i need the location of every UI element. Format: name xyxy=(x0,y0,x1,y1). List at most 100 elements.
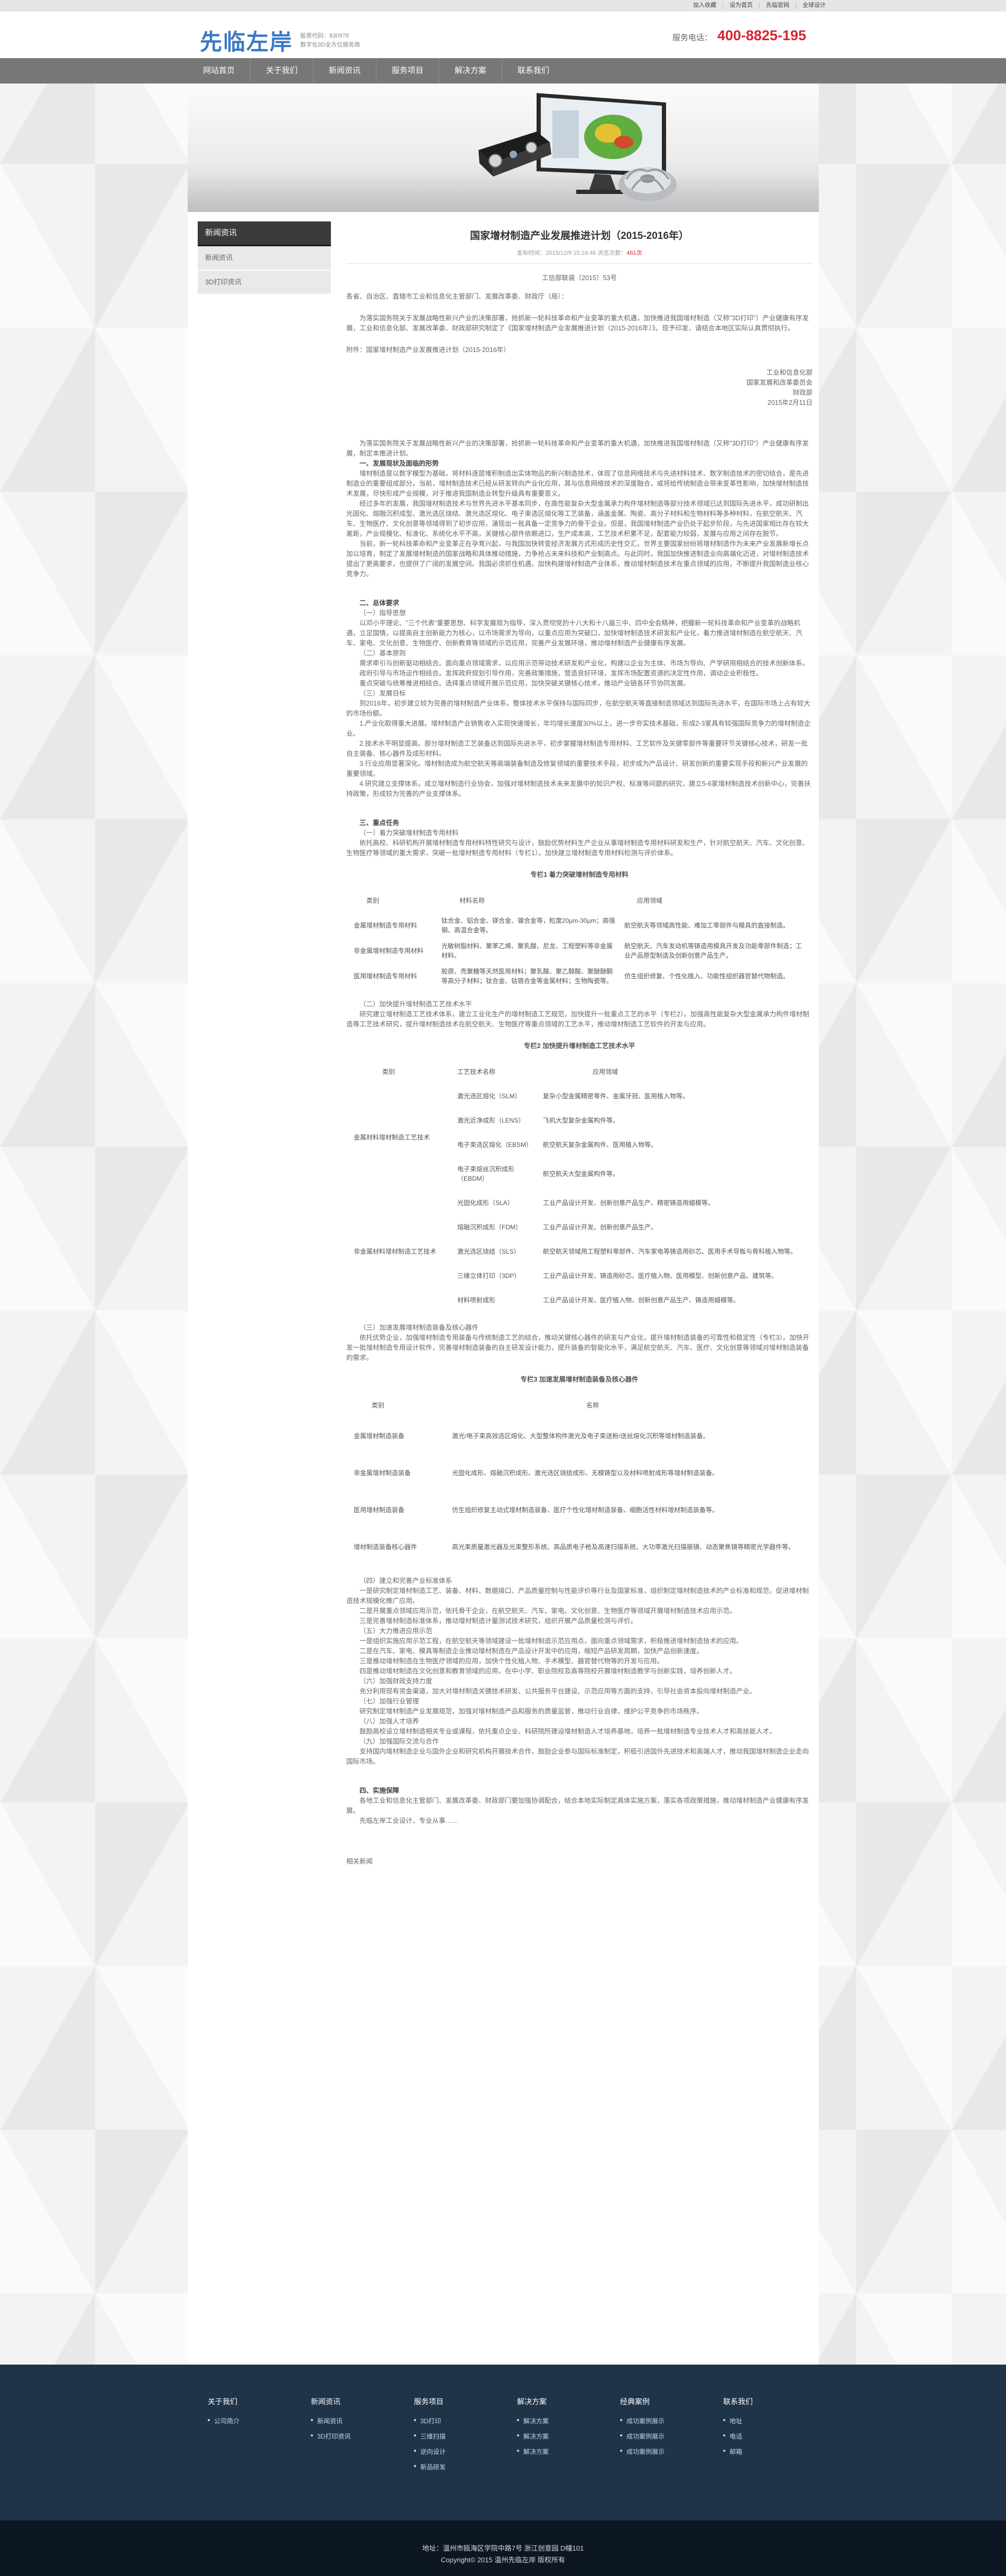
article-title: 国家增材制造产业发展推进计划（2015-2016年） xyxy=(470,230,689,242)
table-cell: 工业产品设计开发、创新创意产品生产、精密铸造用蜡模等。 xyxy=(543,1199,715,1207)
site-logo[interactable]: 先临左岸 股票代码：830978 数字化3D全方位服务商 xyxy=(200,24,360,57)
section-heading: 一、发展现状及面临的形势 xyxy=(359,460,439,467)
signature-date: 2015年2月11日 xyxy=(767,399,813,406)
table-cell: 高光束质量激光器及光束整形系统、高品质电子枪及高速扫描系统、大功率激光扫描振镜、… xyxy=(452,1543,795,1551)
table-cell: 航空航天等领域高性能、难加工零部件与模具的直接制造。 xyxy=(624,922,790,929)
add-favorite-link[interactable]: 加入收藏 xyxy=(687,2,723,9)
footer-link[interactable]: 3D打印资讯 xyxy=(311,2432,414,2441)
table-row: 金属增材制造装备 激光/电子束高效选区熔化、大型整体构件激光及电子束送粉/送丝熔… xyxy=(350,1417,805,1454)
global-design-link[interactable]: 全球设计 xyxy=(796,2,832,9)
footer-col-heading[interactable]: 解决方案 xyxy=(517,2396,620,2407)
body-paragraph: 为落实国务院关于发展战略性新兴产业的决策部署，抢抓新一轮科技革命和产业变革的重大… xyxy=(346,440,809,457)
sidebar-item-3d-print-news[interactable]: 3D打印资讯 xyxy=(198,271,331,295)
footer-link[interactable]: 3D打印 xyxy=(414,2416,517,2425)
nav-about[interactable]: 关于我们 xyxy=(251,58,313,84)
official-site-link[interactable]: 先临官网 xyxy=(759,2,796,9)
doc-number: 工信部联装〔2015〕53号 xyxy=(542,274,617,282)
copyright-text: Copyright© 2015 温州先临左岸 版权所有 xyxy=(441,2556,565,2564)
footer-col-heading[interactable]: 服务项目 xyxy=(414,2396,517,2407)
set-homepage-link[interactable]: 设为首页 xyxy=(723,2,759,9)
footer-link[interactable]: 逆向设计 xyxy=(414,2447,517,2456)
body-paragraph: 当前，新一轮科技革命和产业变革正在孕育兴起，与我国加快转变经济发展方式形成历史性… xyxy=(346,540,809,578)
section-3c: （三）加速发展增材制造装备及核心器件 依托优势企业，加强增材制造专用装备与传统制… xyxy=(346,1323,813,1363)
footer-link[interactable]: 成功案例展示 xyxy=(620,2447,723,2456)
table1-caption: 专栏1 着力突破增材制造专用材料 xyxy=(530,871,629,878)
article-views: 461次 xyxy=(626,250,642,256)
section-3b: （二）加快提升增材制造工艺技术水平 研究建立增材制造工艺技术体系，建立工业化生产… xyxy=(346,999,813,1030)
footer-link[interactable]: 成功案例展示 xyxy=(620,2432,723,2441)
nav-services[interactable]: 服务项目 xyxy=(376,58,439,84)
body-paragraph: 研究制定增材制造产业发展规范，加强对增材制造产品和服务的质量监管，推动行业自律，… xyxy=(359,1708,704,1715)
nav-contact[interactable]: 联系我们 xyxy=(502,58,565,84)
footer-link[interactable]: 地址 xyxy=(723,2416,826,2425)
table3: 类别 名称 金属增材制造装备 激光/电子束高效选区熔化、大型整体构件激光及电子束… xyxy=(350,1393,805,1565)
table-header-cell: 类别 xyxy=(372,1402,385,1409)
body-paragraph: 支持国内增材制造企业与国外企业和研究机构开展技术合作，鼓励企业参与国际标准制定，… xyxy=(346,1748,809,1765)
footer-link[interactable]: 新品研发 xyxy=(414,2462,517,2471)
article-date: 发布时间：2015/12/9 15:16:46 浏览次数： xyxy=(516,250,627,256)
footer-col-heading[interactable]: 联系我们 xyxy=(723,2396,826,2407)
table-row: 增材制造装备核心器件 高光束质量激光器及光束整形系统、高品质电子枪及高速扫描系统… xyxy=(350,1528,805,1565)
section-2: 二、总体要求 （一）指导思想 以邓小平理论、"三个代表"重要思想、科学发展观为指… xyxy=(346,598,813,799)
footer-col-heading[interactable]: 经典案例 xyxy=(620,2396,723,2407)
nav-home[interactable]: 网站首页 xyxy=(188,58,251,84)
table-cell: 增材制造装备核心器件 xyxy=(354,1543,418,1551)
table-cell: 仿生组织修复主动式增材制造装备、医疗个性化增材制造装备、细胞活性材料增材制造装备… xyxy=(452,1506,719,1514)
footer-link[interactable]: 解决方案 xyxy=(517,2416,620,2425)
section-3d: （四）建立和完善产业标准体系 一是研究制定增材制造工艺、装备、材料、数据接口、产… xyxy=(346,1576,813,1767)
sidebar-item-news[interactable]: 新闻资讯 xyxy=(198,246,331,271)
body-paragraph: 四是推动增材制造在文化创意和教育领域的应用，在中小学、职业院校及高等院校开展增材… xyxy=(359,1667,736,1675)
table-row: 医用增材制造装备 仿生组织修复主动式增材制造装备、医疗个性化增材制造装备、细胞活… xyxy=(350,1491,805,1528)
table-row: 金属增材制造专用材料 钛合金、铝合金、镁合金、镍合金等，粒度20μm-30μm；… xyxy=(350,913,805,938)
footer-col-heading[interactable]: 新闻资讯 xyxy=(311,2396,414,2407)
body-paragraph: 三是推动增材制造在生物医疗领域的应用，加快个性化植入物、手术模型、器官替代物等的… xyxy=(359,1657,664,1665)
nav-news[interactable]: 新闻资讯 xyxy=(313,58,376,84)
turbine-part-image xyxy=(619,168,677,201)
scanner-and-monitor-illustration xyxy=(478,93,677,201)
footer-col-heading[interactable]: 关于我们 xyxy=(208,2396,311,2407)
section-3: 三、重点任务 （一）着力突破增材制造专用材料 依托高校、科研机构开展增材制造专用… xyxy=(346,818,813,858)
section-heading: 三、重点任务 xyxy=(359,819,400,827)
body-paragraph: 各地工业和信息化主管部门、发展改革委、财政部门要加强协调配合，结合本地实际制定具… xyxy=(346,1797,809,1814)
table-cell: 电子束选区熔化（EBSM） xyxy=(457,1141,533,1148)
footer-link[interactable]: 解决方案 xyxy=(517,2432,620,2441)
related-news-label[interactable]: 相关新闻 xyxy=(346,1857,813,1867)
footer-link[interactable]: 公司简介 xyxy=(208,2416,311,2425)
sub-heading: （六）加强财政支持力度 xyxy=(359,1678,432,1685)
sub-heading: （一）指导思想 xyxy=(359,609,406,617)
footer-link[interactable]: 新闻资讯 xyxy=(311,2416,414,2425)
table-cell: 金属增材制造装备 xyxy=(354,1432,405,1440)
table-header-cell: 材料名称 xyxy=(459,897,485,904)
table-group-cell: 非金属材料增材制造工艺技术 xyxy=(354,1248,437,1255)
nav-solutions[interactable]: 解决方案 xyxy=(439,58,502,84)
sub-heading: （二）加快提升增材制造工艺技术水平 xyxy=(359,1000,472,1008)
table-cell: 激光选区烧结（SLS） xyxy=(457,1248,520,1255)
footer-col-news: 新闻资讯 新闻资讯 3D打印资讯 xyxy=(311,2396,414,2478)
body-paragraph: 需求牵引与创新驱动相结合。面向重点领域需求，以应用示范带动技术研发和产业化，构建… xyxy=(359,660,809,667)
table-group-cell: 金属材料增材制造工艺技术 xyxy=(354,1134,430,1141)
top-utility-bar: 加入收藏 设为首页 先临官网 全球设计 xyxy=(0,0,1006,12)
table-cell: 仿生组织修复、个性化植入、功能性组织器官替代物制造。 xyxy=(624,972,790,980)
footer-link[interactable]: 邮箱 xyxy=(723,2447,826,2456)
table-cell: 航空航天领域用工程塑料零部件、汽车家电等铸造用砂芯、医用手术导板与骨科植入物等。 xyxy=(543,1248,797,1255)
sub-heading: （三）发展目标 xyxy=(359,690,406,697)
hotline-label: 服务电话： xyxy=(672,33,712,42)
stock-code: 股票代码：830978 xyxy=(300,32,349,39)
footer-link[interactable]: 三维扫描 xyxy=(414,2432,517,2441)
sidebar-title: 新闻资讯 xyxy=(198,221,331,246)
table3-caption: 专栏3 加速发展增材制造装备及核心器件 xyxy=(520,1376,639,1383)
logo-subtitle: 股票代码：830978 数字化3D全方位服务商 xyxy=(300,32,360,50)
section-4: 四、实施保障 各地工业和信息化主管部门、发展改革委、财政部门要加强协调配合，结合… xyxy=(346,1786,813,1826)
table-cell: 光固化成形、熔融沉积成形、激光选区烧结成形、无模铸型以及材料喷射成形等增材制造装… xyxy=(452,1469,719,1477)
table-cell: 光固化成形（SLA） xyxy=(457,1199,514,1207)
article-meta: 发布时间：2015/12/9 15:16:46 浏览次数：461次 xyxy=(346,248,813,264)
signature-ndrc: 国家发展和改革委员会 xyxy=(746,379,813,386)
table-cell: 激光选区熔化（SLM） xyxy=(457,1092,521,1100)
table-header-row: 类别 名称 xyxy=(350,1393,805,1417)
footer-link[interactable]: 电话 xyxy=(723,2432,826,2441)
body-paragraph: 2.技术水平明显提高。部分增材制造工艺装备达到国际先进水平，初步掌握增材制造专用… xyxy=(346,740,808,757)
footer-link[interactable]: 解决方案 xyxy=(517,2447,620,2456)
article-body: 工信部联装〔2015〕53号 各省、自治区、直辖市工业和信息化主管部门、发展改革… xyxy=(346,273,813,1867)
footer-link[interactable]: 成功案例展示 xyxy=(620,2416,723,2425)
table-cell: 光敏树脂材料、聚苯乙烯、聚乳酸、尼龙、工程塑料等非金属材料。 xyxy=(441,942,613,959)
